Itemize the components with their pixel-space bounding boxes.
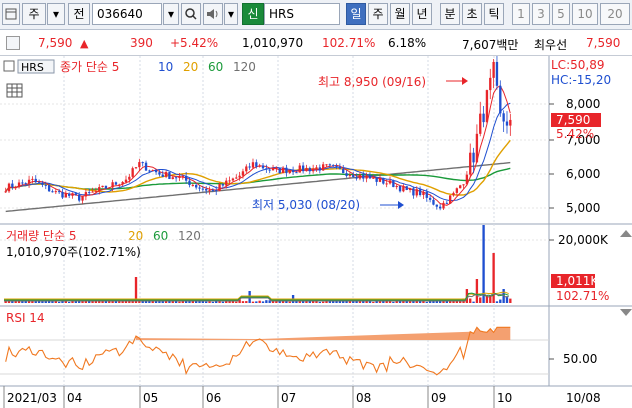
- stock-name-field[interactable]: HRS: [264, 3, 340, 25]
- speaker-dropdown-icon[interactable]: ▾: [224, 3, 238, 25]
- x-axis-label: 05: [143, 391, 158, 405]
- current-price: 7,590: [38, 36, 73, 50]
- code-dropdown-icon[interactable]: ▾: [163, 3, 179, 25]
- search-icon[interactable]: [181, 3, 201, 25]
- window-menu-icon[interactable]: [2, 3, 20, 25]
- vma20-legend: 20: [128, 229, 143, 243]
- last-volume-pct: 102.71%: [556, 289, 609, 303]
- x-axis-label: 07: [281, 391, 296, 405]
- hc-label: HC:-15,20: [551, 73, 611, 87]
- vma120-legend: 120: [178, 229, 201, 243]
- ma10-legend: 10: [158, 60, 173, 74]
- table-icon[interactable]: [6, 83, 23, 98]
- price-change: 390: [130, 36, 153, 50]
- volume-info: 1,010,970주(102.71%): [6, 245, 141, 259]
- price-tick-6000: 6,000: [566, 167, 600, 181]
- period-year[interactable]: 년: [412, 3, 432, 25]
- last-volume-label: 1,011K: [556, 274, 599, 288]
- vma60-legend: 60: [153, 229, 168, 243]
- period-number-5[interactable]: 5: [552, 3, 570, 25]
- x-axis-label: 2021/03: [7, 391, 57, 405]
- price-tick-5000: 5,000: [566, 201, 600, 215]
- last-price-pct: 5.42%: [556, 127, 594, 141]
- price-change-pct: +5.42%: [170, 36, 219, 50]
- toolbar: 주 ▾ 전 036640 ▾ ▾ 신 HRS 일 주 월 년 분 초 틱 1 3…: [0, 0, 632, 30]
- menu-button[interactable]: 주: [22, 3, 46, 25]
- trade-amount: 7,607백만: [462, 38, 519, 52]
- best-price: 7,590: [586, 36, 621, 50]
- x-axis-right-label: 10/08: [566, 391, 601, 405]
- volume-legend-title: 거래량 단순 5: [6, 229, 76, 243]
- x-axis-label: 09: [431, 391, 446, 405]
- high-annotation: 최고 8,950 (09/16): [318, 75, 426, 89]
- up-triangle-icon: ▲: [80, 37, 89, 50]
- period-number-1[interactable]: 1: [512, 3, 530, 25]
- price-legend-title: 종가 단순 5: [60, 60, 119, 74]
- tab-jeon[interactable]: 전: [68, 3, 90, 25]
- quote-bar: 7,590 ▲ 390 +5.42% 1,010,970 102.71% 6.1…: [0, 31, 632, 56]
- period-week[interactable]: 주: [368, 3, 388, 25]
- period-day[interactable]: 일: [346, 3, 366, 25]
- speaker-icon[interactable]: [203, 3, 223, 25]
- rsi-tick: 50.00: [563, 352, 597, 366]
- period-minute[interactable]: 분: [440, 3, 460, 25]
- volume-ratio: 102.71%: [322, 36, 376, 50]
- stock-code-input[interactable]: 036640: [92, 3, 162, 25]
- best-price-label: 최우선: [534, 38, 568, 52]
- quote-menu-icon[interactable]: [6, 36, 20, 50]
- stock-chart[interactable]: HRS 종가 단순 5 10 20 60 120 최고 8,950 (09/16…: [0, 56, 632, 408]
- ma20-legend: 20: [183, 60, 198, 74]
- x-axis-label: 08: [356, 391, 371, 405]
- ma120-legend: 120: [233, 60, 256, 74]
- volume-tick: 20,000K: [558, 233, 609, 247]
- stock-name-legend: HRS: [21, 61, 44, 74]
- ma60-legend: 60: [208, 60, 223, 74]
- period-number-10[interactable]: 10: [572, 3, 598, 25]
- period-month[interactable]: 월: [390, 3, 410, 25]
- x-axis-label: 04: [67, 391, 82, 405]
- volume: 1,010,970: [242, 36, 304, 50]
- new-badge[interactable]: 신: [242, 3, 264, 25]
- period-number-20[interactable]: 20: [600, 3, 630, 25]
- lc-label: LC:50,89: [551, 58, 604, 72]
- low-annotation: 최저 5,030 (08/20): [252, 198, 360, 212]
- period-number-3[interactable]: 3: [532, 3, 550, 25]
- period-second[interactable]: 초: [462, 3, 482, 25]
- price-tick-8000: 8,000: [566, 97, 600, 111]
- turnover: 6.18%: [388, 36, 427, 50]
- x-axis-label: 06: [206, 391, 221, 405]
- dropdown-icon[interactable]: ▾: [47, 3, 65, 25]
- x-axis-label: 10: [497, 391, 512, 405]
- last-price-label: 7,590: [556, 113, 590, 127]
- rsi-legend: RSI 14: [6, 311, 45, 325]
- period-tick[interactable]: 틱: [484, 3, 504, 25]
